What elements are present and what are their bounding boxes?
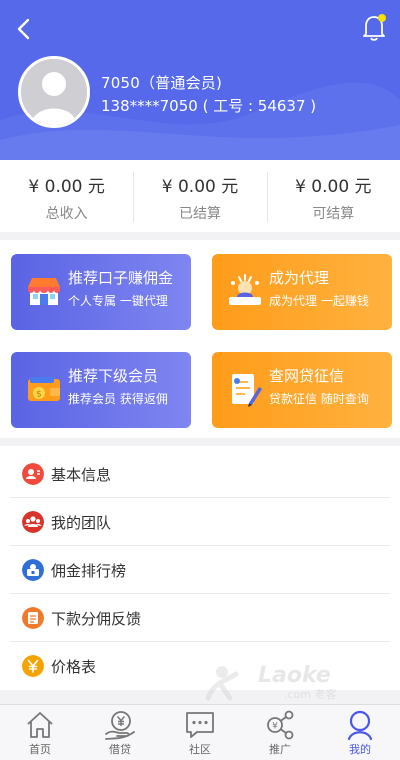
tab-community[interactable]: 社区 (160, 705, 240, 760)
stat-total-income[interactable]: ¥ 0.00 元 总收入 (0, 160, 133, 232)
card-title: 推荐口子赚佣金 (68, 269, 174, 287)
svg-text:¥: ¥ (272, 722, 278, 732)
earnings-summary: ¥ 0.00 元 总收入 ¥ 0.00 元 已结算 ¥ 0.00 元 可结算 (0, 160, 400, 232)
card-recommend-loan[interactable]: 推荐口子赚佣金 个人专属 一键代理 (11, 254, 191, 330)
card-credit-check[interactable]: 查网贷征信 贷款征信 随时查询 (212, 352, 392, 428)
credit-report-icon (232, 374, 262, 407)
avatar[interactable] (18, 56, 90, 128)
card-become-agent[interactable]: 成为代理 成为代理 一起赚钱 (212, 254, 392, 330)
back-arrow-icon[interactable] (12, 14, 36, 44)
stat-amount: ¥ 0.00 元 (295, 177, 372, 197)
menu-label: 基本信息 (51, 466, 112, 484)
price-icon (22, 655, 44, 677)
tab-label: 首页 (29, 743, 51, 756)
svg-text:$: $ (36, 390, 42, 400)
stat-settleable[interactable]: ¥ 0.00 元 可结算 (266, 160, 400, 232)
card-subtitle: 成为代理 一起赚钱 (269, 294, 369, 308)
feature-cards: 推荐口子赚佣金 个人专属 一键代理 成为代理 成为代理 一起赚钱 $ 推荐下级会… (0, 240, 400, 438)
card-recommend-member[interactable]: $ 推荐下级会员 推荐会员 获得返佣 (11, 352, 191, 428)
stat-amount: ¥ 0.00 元 (28, 177, 105, 197)
community-icon (186, 712, 214, 738)
stat-amount: ¥ 0.00 元 (161, 177, 239, 197)
tab-label: 推广 (269, 743, 291, 756)
watermark-brand: Laoke (258, 663, 331, 688)
stat-settled[interactable]: ¥ 0.00 元 已结算 (133, 160, 266, 232)
profile-header: 7050（普通会员) 138****7050 ( 工号 : 54637 ) (0, 0, 400, 160)
tab-home[interactable]: 首页 (0, 705, 80, 760)
feedback-icon (22, 607, 44, 629)
stat-label: 总收入 (45, 206, 88, 222)
card-title: 成为代理 (269, 269, 330, 287)
notification-dot (378, 14, 386, 22)
loan-icon (105, 711, 135, 740)
card-title: 查网贷征信 (269, 367, 345, 385)
laoke-watermark-logo: Laoke .com 老客 (205, 663, 337, 701)
notification-bell-icon[interactable] (360, 12, 388, 42)
tab-label: 我的 (349, 743, 371, 756)
menu-item-basic-info[interactable]: 基本信息 (10, 450, 390, 498)
tab-label: 借贷 (109, 743, 131, 756)
card-subtitle: 个人专属 一键代理 (68, 294, 168, 308)
menu-label: 价格表 (51, 658, 97, 676)
menu-label: 我的团队 (51, 514, 112, 532)
stat-label: 已结算 (178, 206, 221, 222)
card-subtitle: 贷款征信 随时查询 (269, 392, 369, 406)
bottom-tab-bar: 首页 借贷 社区 ¥ 推广 我的 (0, 704, 400, 760)
user-info-icon (22, 463, 44, 485)
ranking-icon (22, 559, 44, 581)
tab-mine[interactable]: 我的 (320, 705, 400, 760)
watermark-domain: .com 老客 (284, 687, 337, 701)
shop-icon (28, 278, 60, 305)
stat-label: 可结算 (312, 206, 355, 222)
tab-promote[interactable]: ¥ 推广 (240, 705, 320, 760)
team-icon (22, 511, 44, 533)
home-icon (27, 712, 53, 738)
menu-item-my-team[interactable]: 我的团队 (10, 498, 390, 546)
menu-item-commission-feedback[interactable]: 下款分佣反馈 (10, 594, 390, 642)
user-phone-id: 138****7050 ( 工号 : 54637 ) (101, 97, 317, 115)
card-title: 推荐下级会员 (68, 367, 159, 385)
default-avatar-icon (21, 59, 87, 125)
menu-label: 佣金排行榜 (51, 562, 127, 580)
user-name: 7050（普通会员) (101, 74, 223, 92)
share-icon: ¥ (267, 710, 294, 740)
profile-icon (347, 710, 373, 741)
menu-item-ranking[interactable]: 佣金排行榜 (10, 546, 390, 594)
menu-label: 下款分佣反馈 (51, 610, 142, 628)
tab-label: 社区 (189, 743, 211, 756)
card-subtitle: 推荐会员 获得返佣 (68, 392, 168, 406)
wallet-icon: $ (28, 377, 60, 401)
agent-icon (229, 274, 261, 305)
tab-loan[interactable]: 借贷 (80, 705, 160, 760)
